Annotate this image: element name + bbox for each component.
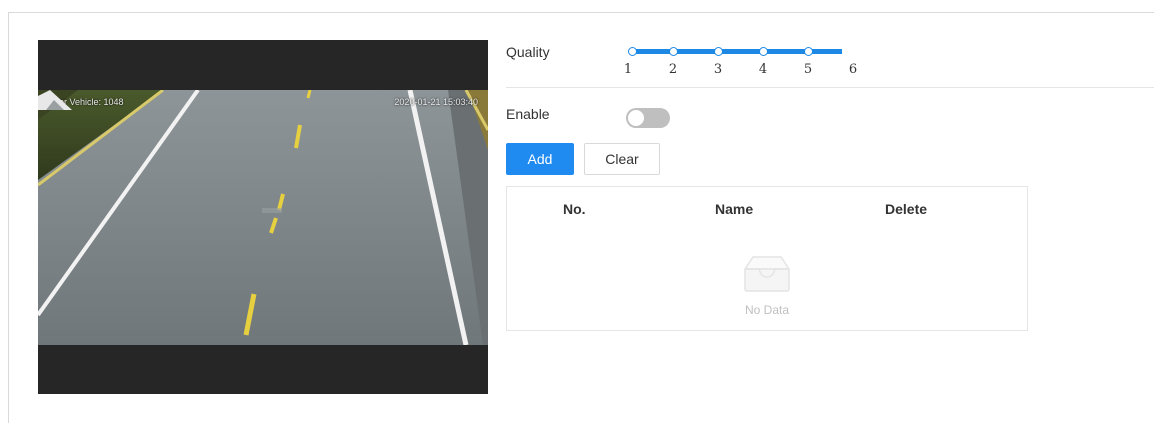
quality-tick: 6: [848, 62, 858, 77]
enable-label: Enable: [506, 106, 550, 122]
quality-slider-handle[interactable]: [628, 47, 637, 56]
column-header-name: Name: [715, 201, 754, 217]
quality-tick: 1: [623, 62, 633, 77]
quality-slider-step[interactable]: [714, 47, 723, 56]
timestamp-overlay: 2020-01-21 15:03:40: [394, 97, 478, 107]
toggle-knob: [628, 110, 644, 126]
live-video-preview[interactable]: Motor Vehicle: 1048 2020-01-21 15:03:40: [38, 40, 488, 394]
quality-label: Quality: [506, 44, 550, 60]
data-table: No. Name Delete No Data: [506, 186, 1028, 331]
road-scene: [38, 90, 488, 345]
quality-slider[interactable]: 1 2 3 4 5 6: [624, 44, 858, 84]
quality-slider-step[interactable]: [759, 47, 768, 56]
quality-slider-step[interactable]: [804, 47, 813, 56]
camera-marker-icon: [38, 90, 72, 110]
empty-box-icon: [743, 256, 791, 292]
empty-state-text: No Data: [744, 303, 790, 317]
quality-tick: 4: [758, 62, 768, 77]
enable-toggle[interactable]: [626, 108, 670, 128]
divider: [506, 87, 1154, 88]
quality-tick: 2: [668, 62, 678, 77]
clear-button[interactable]: Clear: [584, 143, 660, 175]
quality-tick: 3: [713, 62, 723, 77]
add-button[interactable]: Add: [506, 143, 574, 175]
quality-slider-step[interactable]: [669, 47, 678, 56]
column-header-delete: Delete: [885, 201, 928, 217]
column-header-no: No.: [563, 201, 586, 217]
quality-tick: 5: [803, 62, 813, 77]
